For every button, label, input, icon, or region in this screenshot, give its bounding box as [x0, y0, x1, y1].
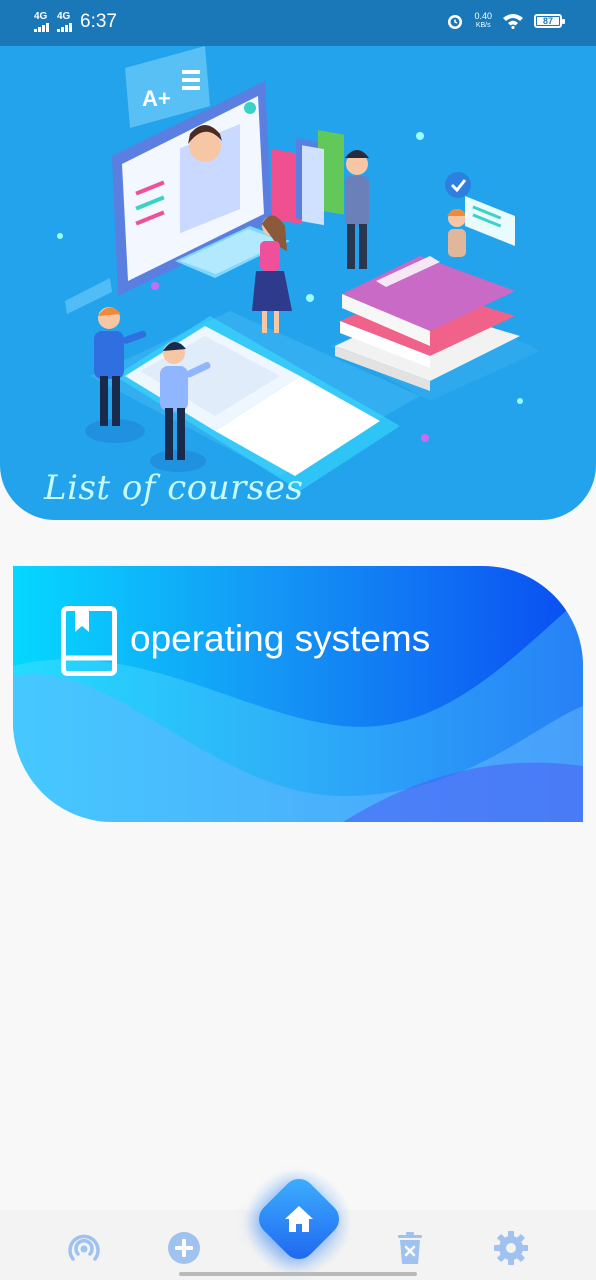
- status-bar: 4G 4G 6:37 0.40 KB/s 87: [0, 0, 596, 46]
- books-shelf-illustration: [272, 130, 344, 226]
- nav-add-button[interactable]: [164, 1228, 204, 1268]
- person-illustration: [445, 172, 515, 257]
- wifi-icon: [503, 14, 523, 29]
- alarm-icon: [448, 15, 463, 29]
- book-bookmark-icon: [61, 606, 117, 676]
- status-time: 6:37: [80, 11, 117, 32]
- hero-banner: A+ List of courses: [0, 46, 596, 520]
- net-speed-value: 0.40: [474, 11, 492, 21]
- course-card-operating-systems[interactable]: operating systems: [13, 566, 583, 822]
- gear-icon: [494, 1231, 528, 1265]
- sim1-signal: 4G: [34, 12, 49, 32]
- person-illustration: [345, 150, 369, 269]
- gesture-home-indicator[interactable]: [179, 1272, 417, 1276]
- sim2-network-label: 4G: [57, 11, 71, 22]
- battery-icon: 87: [534, 14, 565, 28]
- course-name: operating systems: [130, 618, 431, 659]
- signal-bars-icon: [34, 22, 49, 32]
- education-illustration: A+: [57, 46, 540, 491]
- nav-delete-button[interactable]: [390, 1228, 430, 1268]
- trash-icon: [398, 1232, 422, 1264]
- nav-broadcast-button[interactable]: [64, 1228, 104, 1268]
- net-speed: 0.40 KB/s: [474, 12, 492, 30]
- sim2-signal: 4G: [57, 12, 72, 32]
- signal-bars-icon: [57, 22, 72, 32]
- nav-settings-button[interactable]: [491, 1228, 531, 1268]
- grade-text: A+: [142, 86, 171, 111]
- net-speed-unit: KB/s: [475, 22, 491, 29]
- card-wave-decoration: [13, 596, 583, 822]
- hero-title: List of courses: [44, 468, 304, 508]
- add-circle-icon: [168, 1232, 200, 1264]
- broadcast-icon: [68, 1234, 100, 1261]
- home-icon: [285, 1206, 313, 1232]
- battery-level: 87: [537, 17, 559, 26]
- sim1-network-label: 4G: [34, 11, 48, 22]
